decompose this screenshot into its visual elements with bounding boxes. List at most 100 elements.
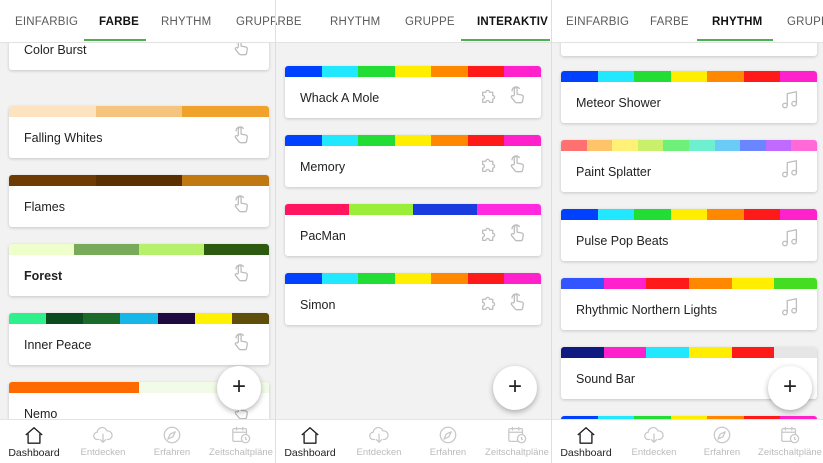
color-segment — [231, 313, 269, 324]
bottom-navigation: Dashboard Entdecken Erfahren Zeitschaltp… — [552, 419, 823, 463]
effect-name: Pulse Pop Beats — [576, 234, 669, 248]
color-segment — [612, 140, 638, 151]
tab-rhythm[interactable]: RHYTHM — [712, 0, 762, 42]
nav-erfahren[interactable]: Erfahren — [138, 420, 206, 463]
color-segment — [780, 209, 817, 220]
touch-icon[interactable] — [231, 262, 253, 284]
color-strip — [561, 278, 817, 289]
nav-zeitschaltplaene[interactable]: Zeitschaltpläne — [483, 420, 551, 463]
color-segment — [743, 209, 781, 220]
touch-icon[interactable] — [231, 124, 253, 146]
effect-name: Falling Whites — [24, 131, 103, 145]
tab-farbe[interactable]: FARBE — [650, 0, 689, 42]
panel-rhythm: EINFARBIG FARBE RHYTHM GRUPPE Meteor Sho… — [552, 0, 823, 463]
touch-icon[interactable] — [507, 153, 529, 175]
tab-rhythm[interactable]: RHYTHM — [330, 0, 380, 42]
nav-erfahren[interactable]: Erfahren — [688, 420, 756, 463]
tab-interaktiv[interactable]: INTERAKTIV — [477, 0, 548, 42]
color-segment — [670, 209, 708, 220]
add-button[interactable]: + — [493, 366, 537, 410]
nav-label: Dashboard — [560, 447, 612, 459]
color-segment — [321, 273, 359, 284]
color-segment — [9, 175, 96, 186]
color-strip — [9, 106, 269, 117]
tab-rhythm[interactable]: RHYTHM — [161, 0, 211, 42]
tab-bar: EINFARBIG FARBE RHYTHM GRUPPE — [552, 0, 823, 43]
effect-card[interactable]: PacMan — [285, 204, 541, 256]
add-button[interactable]: + — [768, 366, 812, 410]
effect-card[interactable]: Meteor Shower — [561, 71, 817, 123]
add-button[interactable]: + — [217, 366, 261, 410]
panel-interaktiv: FARBE RHYTHM GRUPPE INTERAKTIV Whack A M… — [276, 0, 551, 463]
effect-name: Sound Bar — [576, 372, 636, 386]
color-segment — [504, 273, 541, 284]
nav-entdecken[interactable]: Entdecken — [69, 420, 137, 463]
effect-card[interactable]: Forest — [9, 244, 269, 296]
effect-name: Color Burst — [24, 43, 87, 57]
nav-dashboard[interactable]: Dashboard — [276, 420, 344, 463]
color-segment — [9, 244, 74, 255]
color-segment — [597, 209, 635, 220]
color-segment — [504, 135, 541, 146]
color-segment — [182, 106, 269, 117]
color-strip — [285, 135, 541, 146]
tab-gruppe[interactable]: GRUPPE — [787, 0, 823, 42]
nav-label: Dashboard — [8, 447, 60, 459]
color-segment — [321, 66, 359, 77]
nav-entdecken[interactable]: Entdecken — [620, 420, 688, 463]
nav-zeitschaltplaene[interactable]: Zeitschaltpläne — [756, 420, 823, 463]
effect-name: Meteor Shower — [576, 96, 661, 110]
music-note-icon — [779, 227, 801, 249]
effect-card[interactable]: Falling Whites — [9, 106, 269, 158]
effect-card[interactable]: Pulse Pop Beats — [561, 209, 817, 261]
color-segment — [477, 204, 541, 215]
touch-icon[interactable] — [507, 291, 529, 313]
touch-icon[interactable] — [507, 222, 529, 244]
nav-entdecken[interactable]: Entdecken — [345, 420, 413, 463]
tab-farbe[interactable]: FARBE — [99, 0, 139, 42]
color-strip — [285, 66, 541, 77]
nav-label: Erfahren — [703, 447, 741, 458]
tab-einfarbig[interactable]: EINFARBIG — [566, 0, 629, 42]
tab-einfarbig[interactable]: EINFARBIG — [15, 0, 78, 42]
effect-card[interactable]: Whack A Mole — [285, 66, 541, 118]
effect-name: Rhythmic Northern Lights — [576, 303, 718, 317]
puzzle-icon — [479, 291, 501, 313]
color-segment — [431, 66, 468, 77]
nav-dashboard[interactable]: Dashboard — [552, 420, 620, 463]
color-segment — [95, 106, 183, 117]
color-segment — [83, 313, 121, 324]
nav-zeitschaltplaene[interactable]: Zeitschaltpläne — [207, 420, 275, 463]
effect-card[interactable]: Paint Splatter — [561, 140, 817, 192]
color-segment — [689, 347, 732, 358]
color-segment — [765, 140, 792, 151]
touch-icon[interactable] — [507, 84, 529, 106]
color-segment — [731, 347, 775, 358]
color-strip — [561, 209, 817, 220]
effect-name: Memory — [300, 160, 346, 174]
tab-farbe[interactable]: FARBE — [276, 0, 302, 42]
touch-icon[interactable] — [231, 331, 253, 353]
tab-gruppe[interactable]: GRUPPE — [405, 0, 455, 42]
nav-label: Zeitschaltpläne — [209, 447, 273, 458]
color-segment — [394, 66, 432, 77]
color-segment — [394, 273, 432, 284]
effect-card[interactable]: Rhythmic Northern Lights — [561, 278, 817, 330]
effect-card[interactable]: Inner Peace — [9, 313, 269, 365]
color-segment — [9, 106, 96, 117]
color-segment — [670, 71, 708, 82]
effect-card[interactable]: Flames — [9, 175, 269, 227]
tab-gruppe[interactable]: GRUPPE — [236, 0, 275, 42]
effect-card[interactable]: Memory — [285, 135, 541, 187]
touch-icon[interactable] — [231, 193, 253, 215]
nav-dashboard[interactable]: Dashboard — [0, 420, 68, 463]
bottom-navigation: Dashboard Entdecken Erfahren Zeitschaltp… — [0, 419, 275, 463]
effect-card[interactable]: Simon — [285, 273, 541, 325]
nav-label: Zeitschaltpläne — [485, 447, 549, 458]
color-segment — [774, 347, 817, 358]
nav-erfahren[interactable]: Erfahren — [414, 420, 482, 463]
color-segment — [731, 278, 775, 289]
puzzle-icon — [479, 84, 501, 106]
color-segment — [358, 273, 395, 284]
color-strip — [561, 347, 817, 358]
